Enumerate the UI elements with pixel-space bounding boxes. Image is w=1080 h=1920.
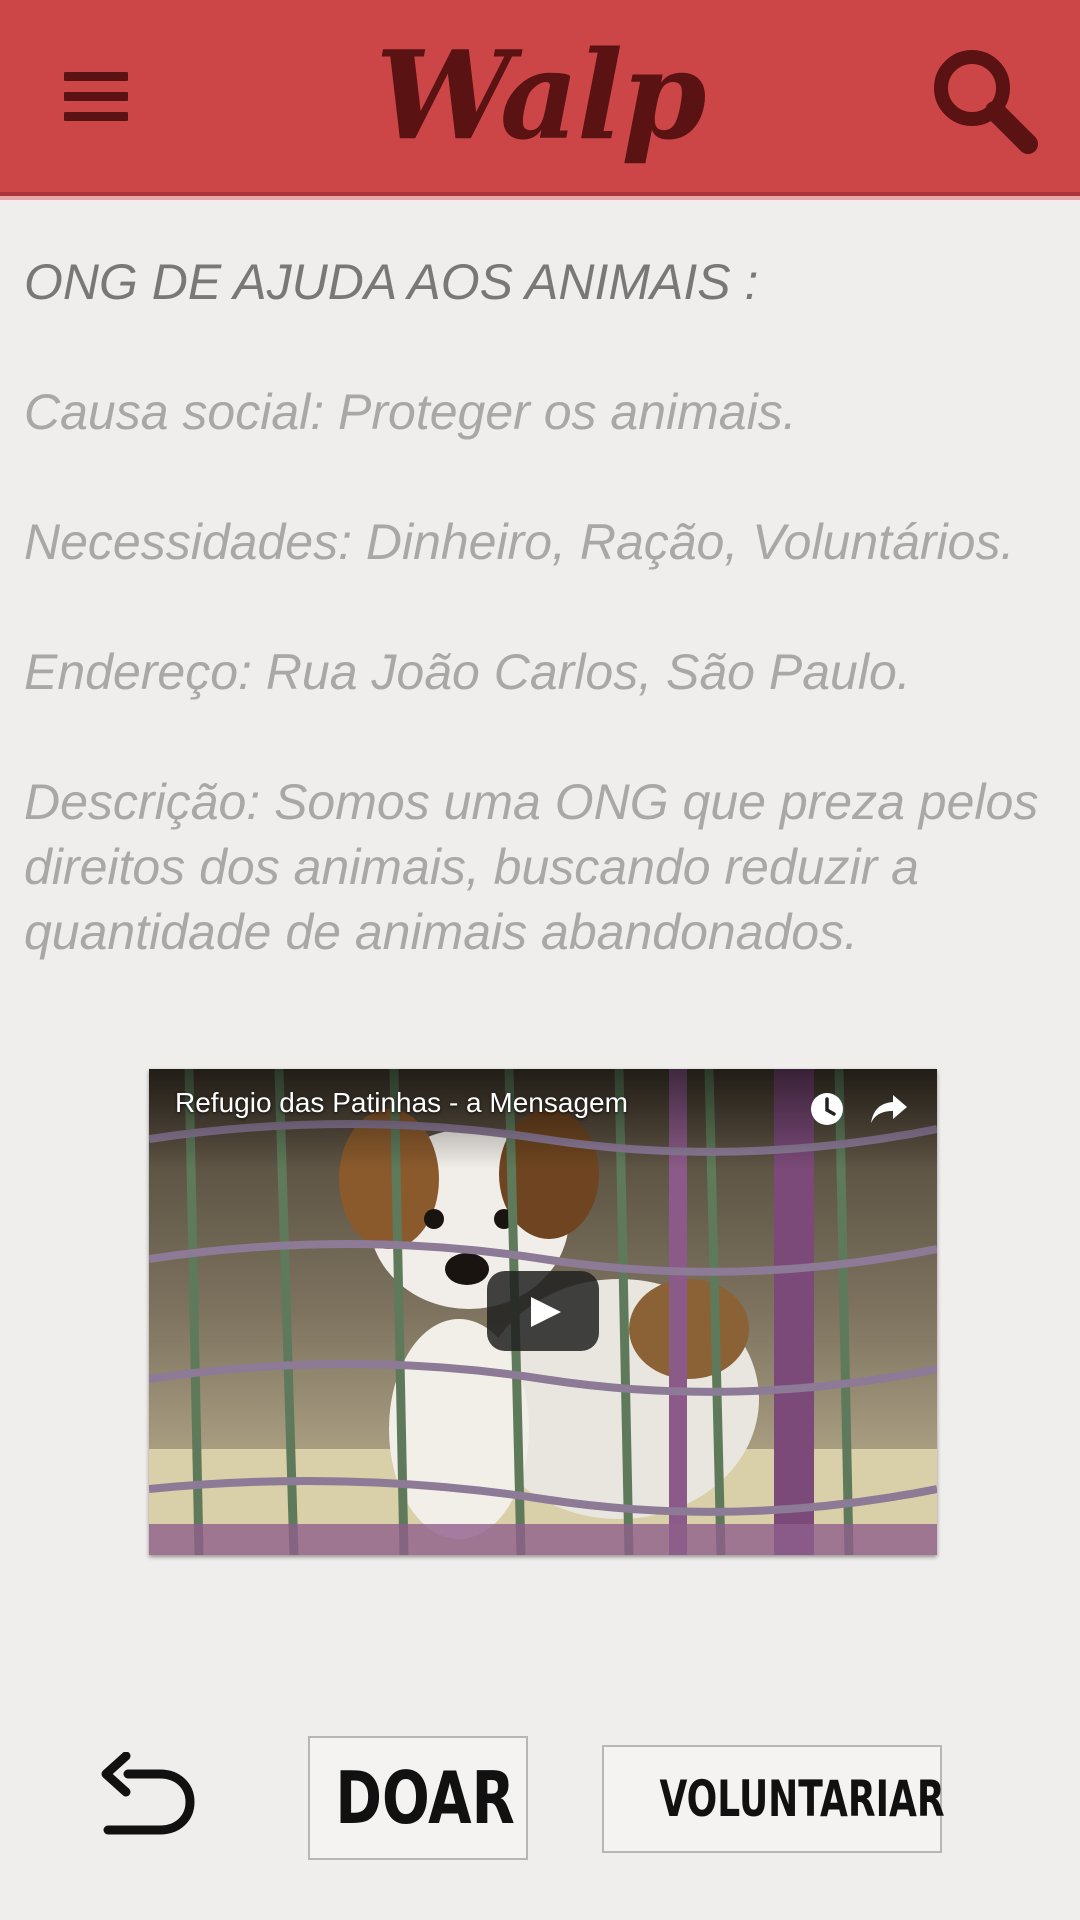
share-icon[interactable] (867, 1089, 911, 1129)
ong-heading: ONG DE AJUDA AOS ANIMAIS : (24, 254, 759, 310)
app-header: Walp (0, 0, 1080, 196)
video-player[interactable]: Refugio das Patinhas - a Mensagem (149, 1069, 937, 1555)
play-icon[interactable] (487, 1271, 599, 1351)
donate-button[interactable]: DOAR (308, 1736, 528, 1860)
donate-button-label: DOAR (335, 1756, 515, 1840)
address-text: Endereço: Rua João Carlos, São Paulo. (24, 644, 911, 700)
description-text: Descrição: Somos uma ONG que preza pelos… (24, 774, 1039, 960)
ong-details: ONG DE AJUDA AOS ANIMAIS : Causa social:… (24, 250, 1064, 1030)
back-arrow-icon[interactable] (100, 1751, 200, 1842)
clock-icon[interactable] (807, 1089, 847, 1129)
social-cause-text: Causa social: Proteger os animais. (24, 384, 797, 440)
volunteer-button-label: VOLUNTARIAR (659, 1770, 945, 1828)
volunteer-button[interactable]: VOLUNTARIAR (602, 1745, 945, 1853)
search-icon[interactable] (924, 40, 1044, 160)
app-logo: Walp (375, 23, 706, 167)
needs-text: Necessidades: Dinheiro, Ração, Voluntári… (24, 514, 1015, 570)
video-title: Refugio das Patinhas - a Mensagem (175, 1087, 628, 1118)
